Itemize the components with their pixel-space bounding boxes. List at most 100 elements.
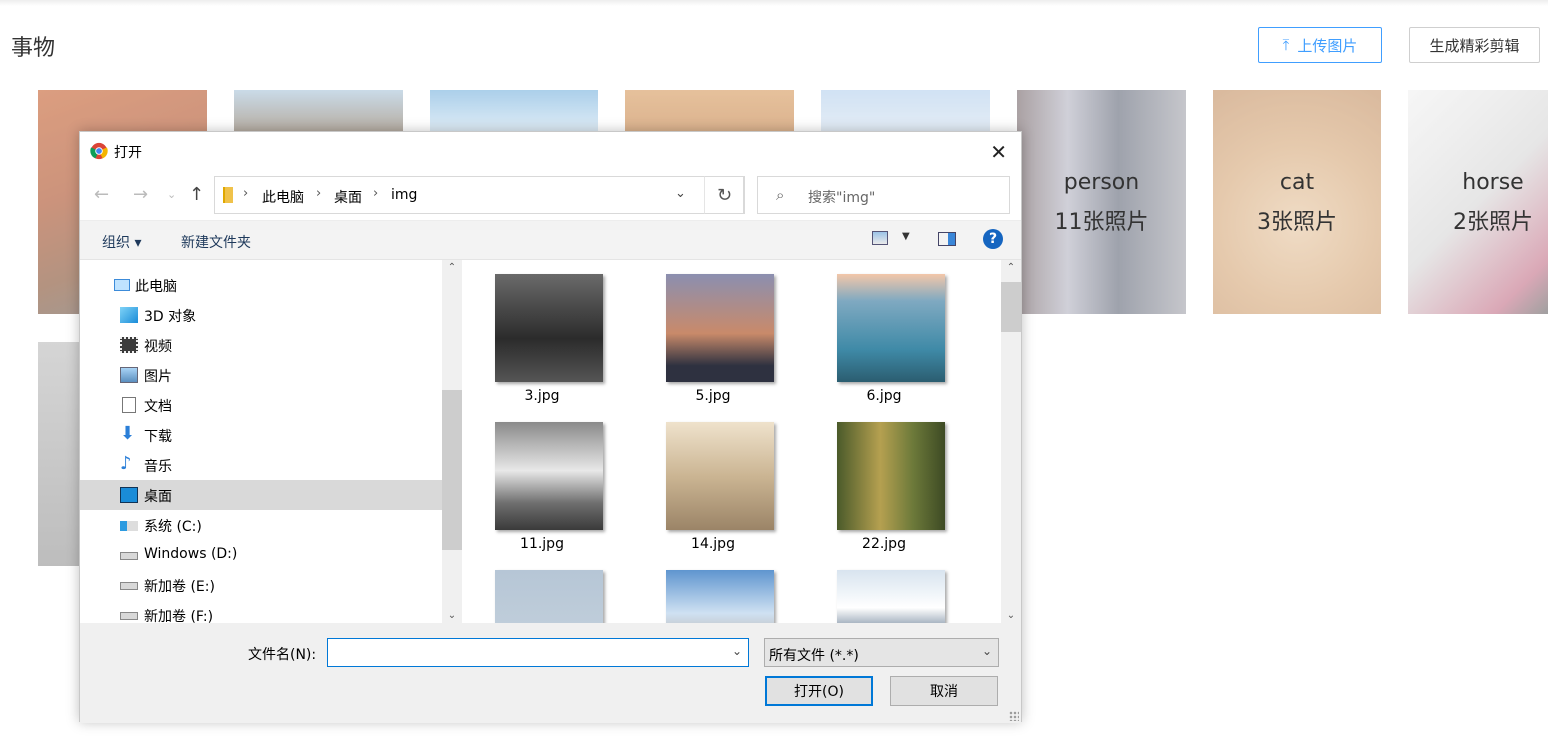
file-item[interactable]: 3.jpg [475, 260, 605, 404]
page-title: 事物 [11, 36, 56, 61]
cancel-button[interactable]: 取消 [890, 676, 998, 706]
back-icon[interactable]: ← [94, 184, 109, 205]
file-name: 5.jpg [695, 388, 731, 404]
nav-item-downloads[interactable]: ⬇ 下载 [80, 420, 442, 450]
nav-item-label: 视频 [144, 339, 172, 355]
folder-icon [223, 187, 233, 203]
file-list-scrollbar[interactable]: ⌃ ⌄ [1001, 260, 1021, 623]
breadcrumb-this-pc[interactable]: 此电脑 [262, 187, 304, 207]
nav-pane-scrollbar[interactable]: ⌃ ⌄ [442, 260, 462, 623]
nav-item-drive-d[interactable]: Windows (D:) [80, 540, 442, 570]
scrollbar-thumb[interactable] [442, 390, 462, 550]
nav-item-this-pc[interactable]: 此电脑 [80, 270, 442, 300]
file-thumbnail [666, 570, 774, 623]
nav-item-label: 此电脑 [135, 279, 177, 295]
photo-tile[interactable] [821, 90, 990, 132]
scrollbar-thumb[interactable] [1001, 282, 1021, 332]
drive-icon [120, 582, 138, 590]
filetype-select[interactable]: 所有文件 (*.*) ⌄ [764, 638, 999, 667]
file-name: 11.jpg [520, 536, 564, 552]
nav-item-desktop[interactable]: 桌面 [80, 480, 442, 510]
chevron-down-icon: ⌄ [981, 644, 992, 658]
search-placeholder: 搜索"img" [808, 190, 876, 206]
nav-item-drive-c[interactable]: 系统 (C:) [80, 510, 442, 540]
category-tile-person[interactable]: person 11张照片 [1017, 90, 1186, 314]
nav-item-video[interactable]: 视频 [80, 330, 442, 360]
organize-menu[interactable]: 组织 ▾ [102, 232, 141, 252]
view-options-icon[interactable] [872, 231, 888, 245]
file-item[interactable] [817, 556, 947, 623]
category-tile-cat[interactable]: cat 3张照片 [1213, 90, 1381, 314]
photo-tile[interactable] [430, 90, 598, 132]
filetype-value: 所有文件 (*.*) [769, 648, 859, 664]
computer-icon [114, 279, 130, 291]
nav-item-label: 图片 [144, 369, 172, 385]
desktop-icon [120, 487, 138, 503]
file-thumbnail [666, 422, 774, 530]
chevron-down-icon[interactable]: ⌄ [442, 610, 462, 621]
category-name: person [1063, 170, 1140, 195]
photo-tile[interactable] [234, 90, 403, 132]
upload-label: 上传图片 [1297, 36, 1358, 55]
nav-item-music[interactable]: ♪ 音乐 [80, 450, 442, 480]
dialog-footer: 文件名(N): ⌄ 所有文件 (*.*) ⌄ 打开(O) 取消 [80, 623, 1021, 723]
file-name: 22.jpg [862, 536, 906, 552]
breadcrumb-img[interactable]: img [391, 187, 417, 203]
open-button[interactable]: 打开(O) [765, 676, 873, 706]
file-name: 3.jpg [524, 388, 560, 404]
file-item[interactable]: 5.jpg [646, 260, 776, 404]
file-item[interactable]: 6.jpg [817, 260, 947, 404]
upload-button[interactable]: ⤒ 上传图片 [1258, 27, 1382, 63]
preview-pane-icon[interactable] [938, 232, 956, 246]
recent-locations-icon[interactable]: ⌄ [167, 188, 176, 201]
nav-item-label: 新加卷 (E:) [144, 579, 215, 595]
refresh-icon: ↻ [716, 184, 733, 206]
file-thumbnail [837, 570, 945, 623]
nav-item-label: 3D 对象 [144, 309, 197, 325]
search-icon: ⌕ [776, 186, 785, 204]
breadcrumb-separator: › [243, 186, 249, 201]
close-icon[interactable]: ✕ [990, 140, 1007, 164]
filename-field[interactable]: ⌄ [327, 638, 749, 667]
file-list: 3.jpg 5.jpg 6.jpg 11.jpg 14.jpg 22.jpg ⌃… [463, 260, 1023, 623]
nav-item-label: 新加卷 (F:) [144, 609, 214, 623]
help-icon[interactable]: ? [983, 229, 1003, 249]
file-item[interactable]: 11.jpg [475, 408, 605, 552]
file-item[interactable]: 22.jpg [817, 408, 947, 552]
nav-item-drive-f[interactable]: 新加卷 (F:) [80, 600, 442, 623]
photo-tile[interactable] [625, 90, 794, 132]
nav-item-3d-objects[interactable]: 3D 对象 [80, 300, 442, 330]
up-icon[interactable]: ↑ [189, 184, 204, 205]
dialog-toolbar: 组织 ▾ 新建文件夹 ▼ ? [80, 220, 1021, 260]
nav-item-drive-e[interactable]: 新加卷 (E:) [80, 570, 442, 600]
refresh-button[interactable]: ↻ [704, 176, 745, 214]
generate-highlight-button[interactable]: 生成精彩剪辑 [1409, 27, 1540, 63]
file-item[interactable] [475, 556, 605, 623]
photo-tile[interactable] [38, 342, 79, 566]
nav-item-pictures[interactable]: 图片 [80, 360, 442, 390]
resize-grip-icon[interactable] [1009, 711, 1019, 721]
chevron-up-icon[interactable]: ⌃ [1001, 262, 1021, 273]
search-input[interactable]: ⌕ 搜索"img" [757, 176, 1010, 214]
download-icon: ⬇ [120, 423, 136, 444]
dialog-titlebar: 打开 ✕ [80, 132, 1021, 170]
music-icon: ♪ [120, 453, 132, 474]
address-bar[interactable]: › 此电脑 › 桌面 › img ⌄ [214, 176, 744, 214]
nav-item-documents[interactable]: 文档 [80, 390, 442, 420]
breadcrumb-desktop[interactable]: 桌面 [334, 187, 362, 207]
category-count: 11张照片 [1054, 210, 1149, 235]
chevron-up-icon[interactable]: ⌃ [442, 262, 462, 273]
chevron-down-icon[interactable]: ⌄ [732, 644, 742, 658]
file-thumbnail [837, 422, 945, 530]
chrome-icon [90, 142, 108, 160]
chevron-down-icon[interactable]: ⌄ [1001, 610, 1021, 621]
file-item[interactable]: 14.jpg [646, 408, 776, 552]
category-name: horse [1462, 170, 1524, 195]
category-tile-horse[interactable]: horse 2张照片 [1408, 90, 1548, 314]
new-folder-button[interactable]: 新建文件夹 [181, 232, 251, 252]
chevron-down-icon[interactable]: ▼ [902, 231, 910, 242]
forward-icon[interactable]: → [133, 184, 148, 205]
file-item[interactable] [646, 556, 776, 623]
file-thumbnail [495, 274, 603, 382]
chevron-down-icon[interactable]: ⌄ [675, 186, 686, 201]
